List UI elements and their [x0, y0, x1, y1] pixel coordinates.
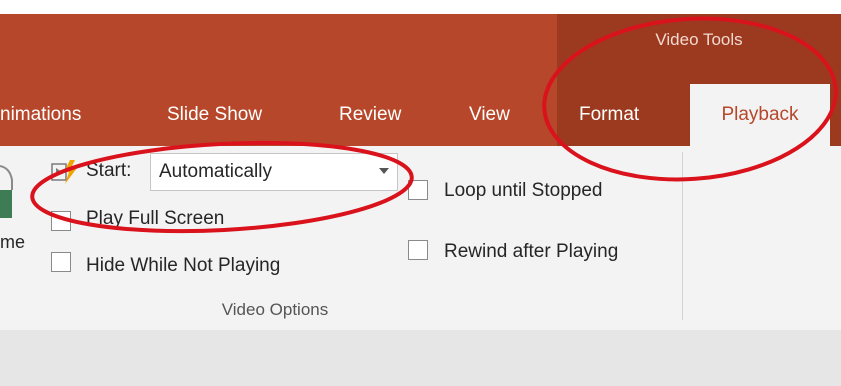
tab-review[interactable]: Review [339, 84, 401, 146]
tab-format[interactable]: Format [579, 84, 639, 146]
start-label: Start: [86, 160, 132, 181]
partial-ribbon-icon[interactable] [0, 160, 14, 220]
slide-area [0, 330, 841, 386]
dropdown-arrow-icon [379, 168, 389, 174]
group-separator [682, 152, 683, 320]
contextual-tab-title: Video Tools [655, 30, 743, 49]
partial-command-label: me [0, 232, 26, 252]
hide-while-not-playing-label[interactable]: Hide While Not Playing [86, 255, 280, 277]
loop-until-stopped-label[interactable]: Loop until Stopped [444, 180, 602, 202]
group-label-video-options: Video Options [221, 300, 329, 319]
start-dropdown[interactable]: Automatically [150, 153, 398, 191]
tab-view[interactable]: View [469, 84, 510, 146]
tab-playback[interactable]: Playback [690, 84, 830, 148]
play-full-screen-checkbox[interactable] [51, 211, 71, 231]
tab-animations[interactable]: nimations [0, 84, 81, 146]
rewind-after-playing-label[interactable]: Rewind after Playing [444, 241, 618, 263]
play-full-screen-label[interactable]: Play Full Screen [86, 208, 224, 230]
tab-slide-show[interactable]: Slide Show [167, 84, 262, 146]
powerpoint-ribbon: Video Tools nimations Slide Show Review … [0, 0, 841, 386]
start-dropdown-value: Automatically [159, 161, 272, 182]
loop-until-stopped-checkbox[interactable] [408, 180, 428, 200]
start-trigger-icon [51, 160, 77, 184]
rewind-after-playing-checkbox[interactable] [408, 240, 428, 260]
hide-while-not-playing-checkbox[interactable] [51, 252, 71, 272]
